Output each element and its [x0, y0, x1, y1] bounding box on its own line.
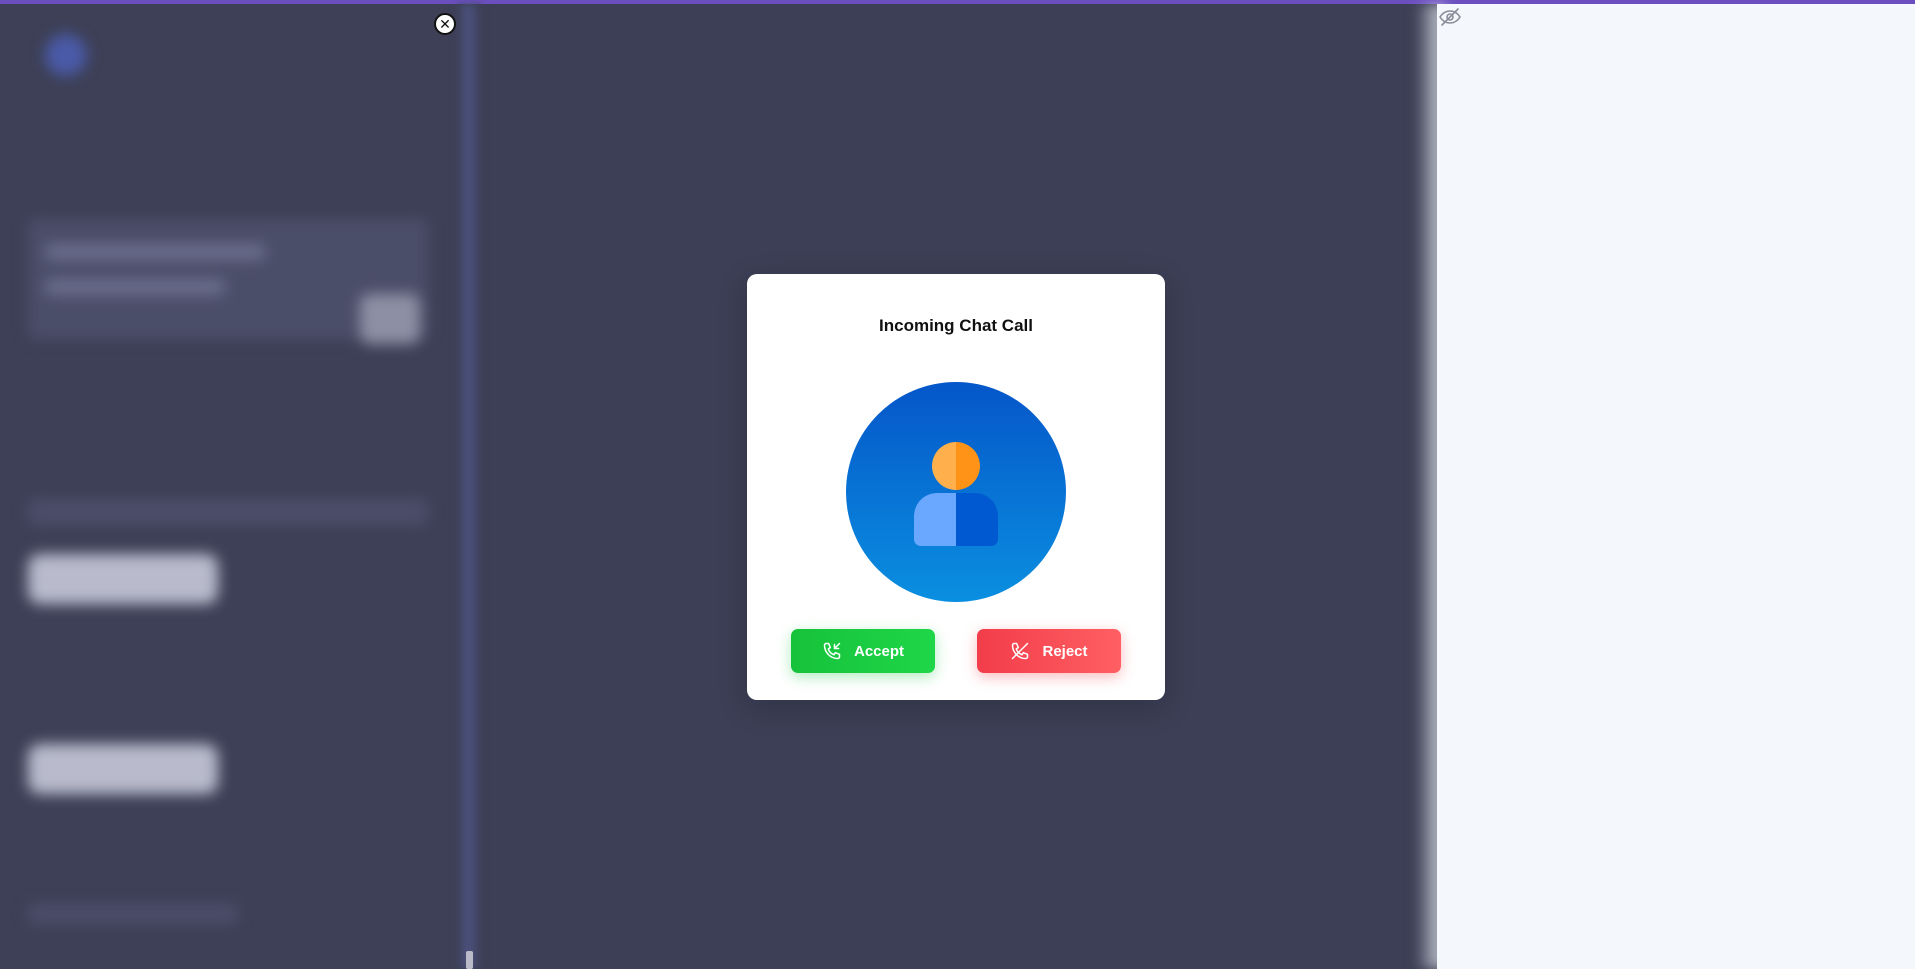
- reject-label: Reject: [1042, 642, 1088, 660]
- close-icon: ✕: [439, 16, 451, 32]
- accept-label: Accept: [853, 642, 905, 660]
- close-button[interactable]: ✕: [434, 13, 456, 35]
- right-pane: [1437, 4, 1915, 969]
- phone-off-icon: [1012, 642, 1029, 660]
- user-avatar-icon: [846, 382, 1066, 602]
- dialog-title: Incoming Chat Call: [879, 316, 1033, 335]
- panel-divider: [458, 4, 480, 969]
- blurred-sidebar: [0, 4, 470, 969]
- scrollbar-thumb[interactable]: [466, 951, 473, 969]
- eye-off-icon[interactable]: [1438, 5, 1462, 29]
- reject-button[interactable]: Reject: [977, 629, 1121, 673]
- incoming-call-dialog: Incoming Chat Call Accept Reject: [747, 274, 1165, 700]
- accept-button[interactable]: Accept: [791, 629, 935, 673]
- phone-incoming-icon: [823, 642, 841, 660]
